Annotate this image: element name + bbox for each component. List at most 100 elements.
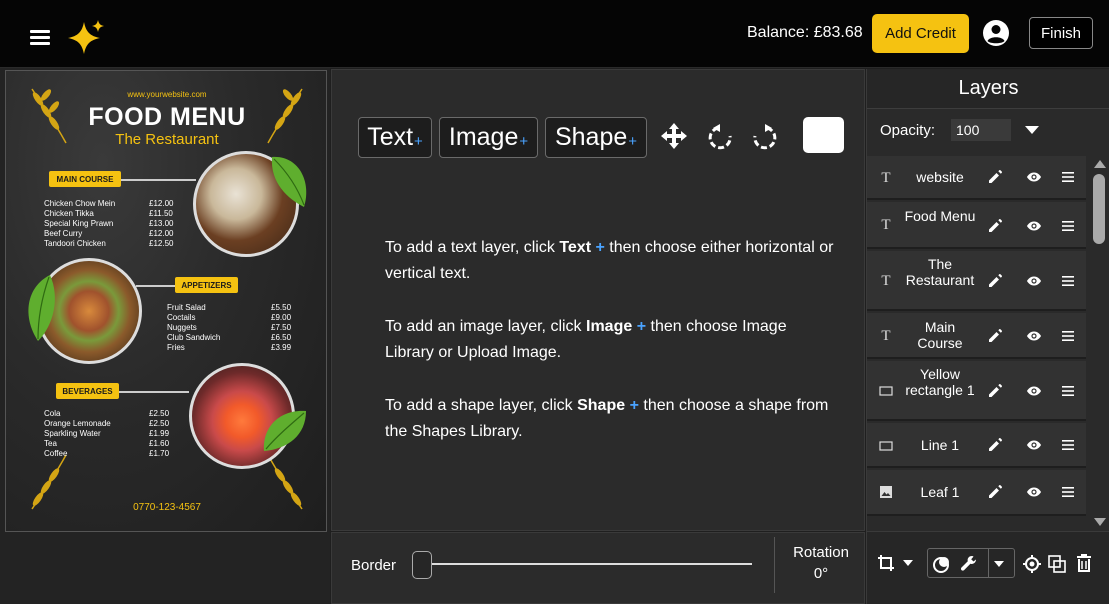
plus-icon: + (628, 133, 638, 150)
layer-item-yellow-rectangle-1[interactable]: Yellow rectangle 1 (867, 361, 1086, 421)
hamburger-menu-icon[interactable] (30, 28, 52, 46)
add-text-label: Text (367, 123, 414, 151)
balance-text: Balance: £83.68 (747, 24, 863, 41)
opacity-dropdown-icon[interactable] (1025, 126, 1039, 134)
opacity-input[interactable] (951, 119, 1011, 141)
rotate-left-icon[interactable] (704, 119, 736, 153)
visibility-eye-icon[interactable] (1026, 383, 1042, 399)
border-slider-thumb[interactable] (412, 551, 432, 579)
beverages-items: Cola Orange Lemonade Sparkling Water Tea Cof… (44, 409, 111, 458)
layers-title: Layers (867, 69, 1109, 109)
add-text-button[interactable]: Text + (358, 117, 432, 158)
drag-handle-icon[interactable] (1060, 169, 1076, 185)
layer-name: Main Course (917, 319, 963, 351)
crop-icon[interactable] (876, 553, 896, 573)
help-shape-layer: To add a shape layer, click Shape + then… (385, 397, 829, 440)
rotate-right-icon[interactable] (749, 119, 781, 153)
visibility-eye-icon[interactable] (1026, 484, 1042, 500)
appetizers-tag: APPETIZERS (175, 277, 238, 293)
layer-list: T website T Food Menu T The Restaurant T… (867, 156, 1089, 516)
visibility-eye-icon[interactable] (1026, 169, 1042, 185)
green-leaf-icon (28, 275, 55, 341)
add-image-label: Image (448, 123, 519, 151)
drag-handle-icon[interactable] (1060, 328, 1076, 344)
layer-item-website[interactable]: T website (867, 156, 1086, 200)
crop-dropdown-icon[interactable] (903, 560, 913, 566)
visibility-eye-icon[interactable] (1026, 328, 1042, 344)
tag-connector-line (119, 391, 189, 393)
text-layer-icon: T (881, 216, 891, 233)
color-swatch[interactable] (803, 117, 844, 153)
properties-bar: Border Rotation 0° (331, 532, 865, 604)
scroll-down-arrow-icon[interactable] (1094, 518, 1106, 526)
beverages-prices: £2.50 £2.50 £1.99 £1.60 £1.70 (149, 409, 170, 458)
delete-trash-icon[interactable] (1074, 553, 1094, 573)
appetizers-prices: £5.50 £9.00 £7.50 £6.50 £3.99 (271, 303, 292, 352)
add-image-button[interactable]: Image + (439, 117, 538, 158)
layer-name: The Restaurant (905, 256, 975, 288)
help-image-layer: To add an image layer, click Image + the… (385, 318, 787, 361)
menu-design-canvas[interactable]: www.yourwebsite.com FOOD MENU The Restau… (5, 70, 327, 532)
menu-subtitle-text: The Restaurant (115, 131, 219, 148)
rotation-value: 0° (813, 565, 829, 582)
drag-handle-icon[interactable] (1060, 273, 1076, 289)
duplicate-icon[interactable] (1047, 554, 1067, 574)
menu-title-text: FOOD MENU (88, 103, 246, 131)
drag-handle-icon[interactable] (1060, 218, 1076, 234)
layer-item-the-restaurant[interactable]: T The Restaurant (867, 251, 1086, 311)
edit-pencil-icon[interactable] (987, 169, 1003, 185)
divider (774, 537, 775, 593)
edit-pencil-icon[interactable] (987, 273, 1003, 289)
layer-actions-bar (867, 531, 1109, 604)
rotation-label: Rotation (793, 544, 849, 561)
layer-name: website (916, 169, 964, 185)
plus-icon: + (519, 133, 529, 150)
border-slider-track[interactable] (422, 563, 752, 565)
text-layer-icon: T (881, 272, 891, 289)
divider (988, 549, 989, 577)
green-leaf-icon (271, 156, 307, 207)
center-target-icon[interactable] (1022, 554, 1042, 574)
scroll-up-arrow-icon[interactable] (1094, 160, 1106, 168)
main-course-items: Chicken Chow Mein Chicken Tikka Special Ki… (44, 199, 116, 248)
sparkle-icon[interactable] (66, 18, 106, 56)
green-leaf-icon (263, 410, 306, 451)
layers-panel: Layers Opacity: T website T Food Menu T … (866, 69, 1109, 604)
move-icon[interactable] (658, 119, 690, 153)
effects-dropdown-icon[interactable] (994, 561, 1004, 567)
drag-handle-icon[interactable] (1060, 437, 1076, 453)
main-course-tag: MAIN COURSE (49, 171, 121, 187)
visibility-eye-icon[interactable] (1026, 273, 1042, 289)
layer-item-leaf-1[interactable]: Leaf 1 (867, 470, 1086, 516)
layer-name: Food Menu (904, 208, 976, 224)
edit-pencil-icon[interactable] (987, 328, 1003, 344)
edit-pencil-icon[interactable] (987, 383, 1003, 399)
account-avatar-icon[interactable] (982, 19, 1010, 47)
layer-name: Yellow rectangle 1 (905, 366, 975, 398)
scroll-thumb[interactable] (1093, 174, 1105, 244)
edit-pencil-icon[interactable] (987, 218, 1003, 234)
wrench-icon[interactable] (959, 554, 979, 574)
layer-name: Leaf 1 (920, 484, 960, 500)
main-course-prices: £12.00 £11.50 £13.00 £12.00 £12.50 (149, 199, 174, 248)
add-shape-button[interactable]: Shape + (545, 117, 647, 158)
edit-pencil-icon[interactable] (987, 484, 1003, 500)
visibility-eye-icon[interactable] (1026, 218, 1042, 234)
drag-handle-icon[interactable] (1060, 484, 1076, 500)
finish-button[interactable]: Finish (1029, 17, 1093, 49)
text-layer-icon: T (881, 169, 891, 186)
add-credit-button[interactable]: Add Credit (872, 14, 969, 53)
add-shape-label: Shape (554, 123, 628, 151)
layer-item-main-course[interactable]: T Main Course (867, 313, 1086, 359)
shape-layer-icon (879, 441, 893, 451)
layer-item-line-1[interactable]: Line 1 (867, 423, 1086, 468)
mask-blend-icon[interactable] (932, 554, 952, 574)
drag-handle-icon[interactable] (1060, 383, 1076, 399)
visibility-eye-icon[interactable] (1026, 437, 1042, 453)
layer-item-food-menu[interactable]: T Food Menu (867, 202, 1086, 249)
opacity-label: Opacity: (880, 122, 936, 139)
text-layer-icon: T (881, 327, 891, 344)
layers-scrollbar[interactable] (1089, 156, 1109, 528)
menu-phone-text: 0770-123-4567 (133, 502, 201, 513)
edit-pencil-icon[interactable] (987, 437, 1003, 453)
